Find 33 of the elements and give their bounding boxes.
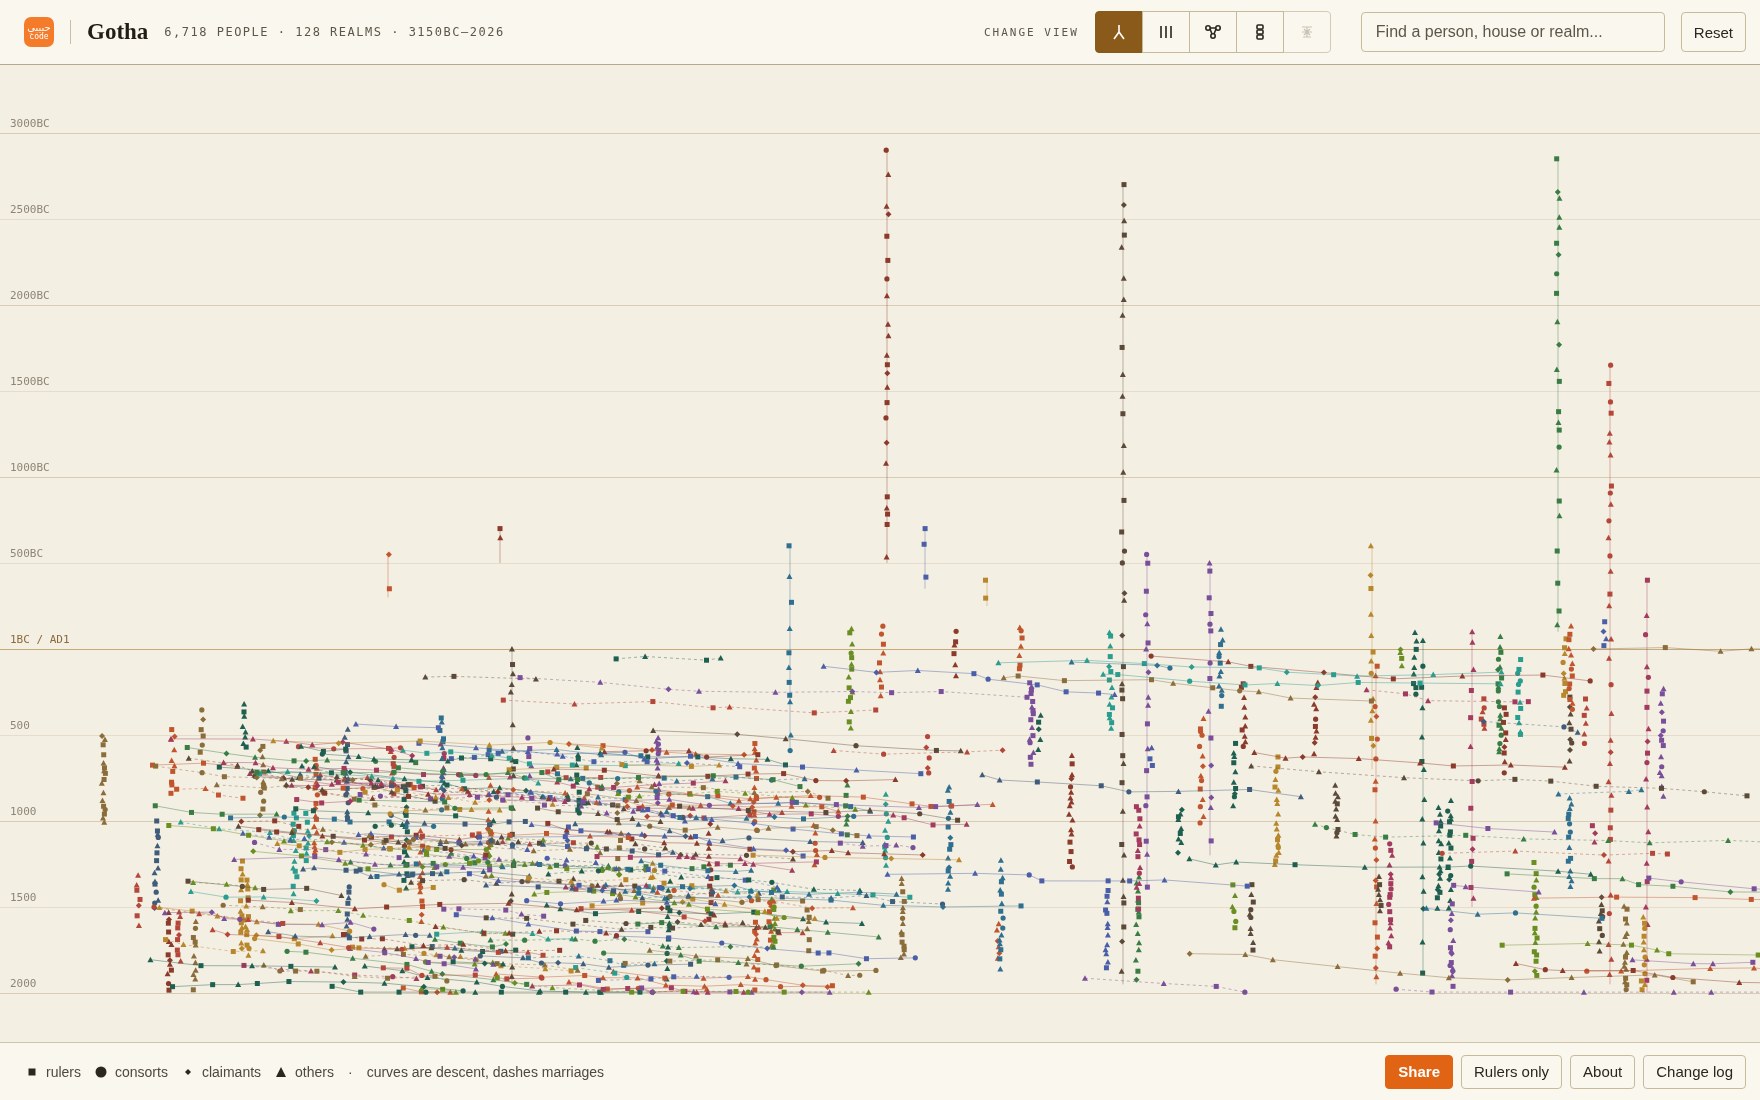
footer-button[interactable]: Share [1385,1054,1454,1089]
view-button[interactable] [1235,11,1284,53]
axis-label: 1000BC [10,461,50,474]
triangle-icon [275,1065,288,1078]
search-field[interactable]: Find a person, house or realm... [1360,12,1665,52]
legend-label: others [295,1063,334,1080]
footer-button[interactable]: Change log [1643,1054,1746,1089]
axis-label: 500 [10,719,30,732]
footer-button[interactable]: About [1570,1054,1636,1089]
reset-button[interactable]: Reset [1680,12,1746,52]
footer-button[interactable]: Rulers only [1461,1054,1563,1089]
axis-label: 1BC / AD1 [10,633,70,646]
view-button[interactable] [1188,11,1237,53]
legend-label: rulers [46,1063,81,1080]
view-label: CHANGE VIEW [983,25,1079,39]
legend-note: curves are descent, dashes marriages [366,1063,604,1080]
legend-label: consorts [115,1063,168,1080]
app-title: Gotha [87,19,149,45]
axis-label: 2500BC [10,203,50,216]
axis-label: 3000BC [10,117,50,130]
axis-label: 1500 [10,891,37,904]
legend-label: claimants [201,1063,262,1080]
axis-label: 1500BC [10,375,50,388]
axis-label: 1000 [10,805,37,818]
view-button[interactable] [1094,11,1143,53]
axis-label: 2000 [10,977,37,990]
dataset-stats: 6,718 PEOPLE · 128 REALMS · 3150BC–2026 [164,25,505,39]
nodes-icon [1203,23,1222,41]
circle-icon [95,1065,107,1078]
axis-label: 500BC [10,547,44,560]
separator-dot: · [348,1063,353,1080]
view-button[interactable] [1141,11,1190,53]
axis-label: 2000BC [10,289,50,302]
